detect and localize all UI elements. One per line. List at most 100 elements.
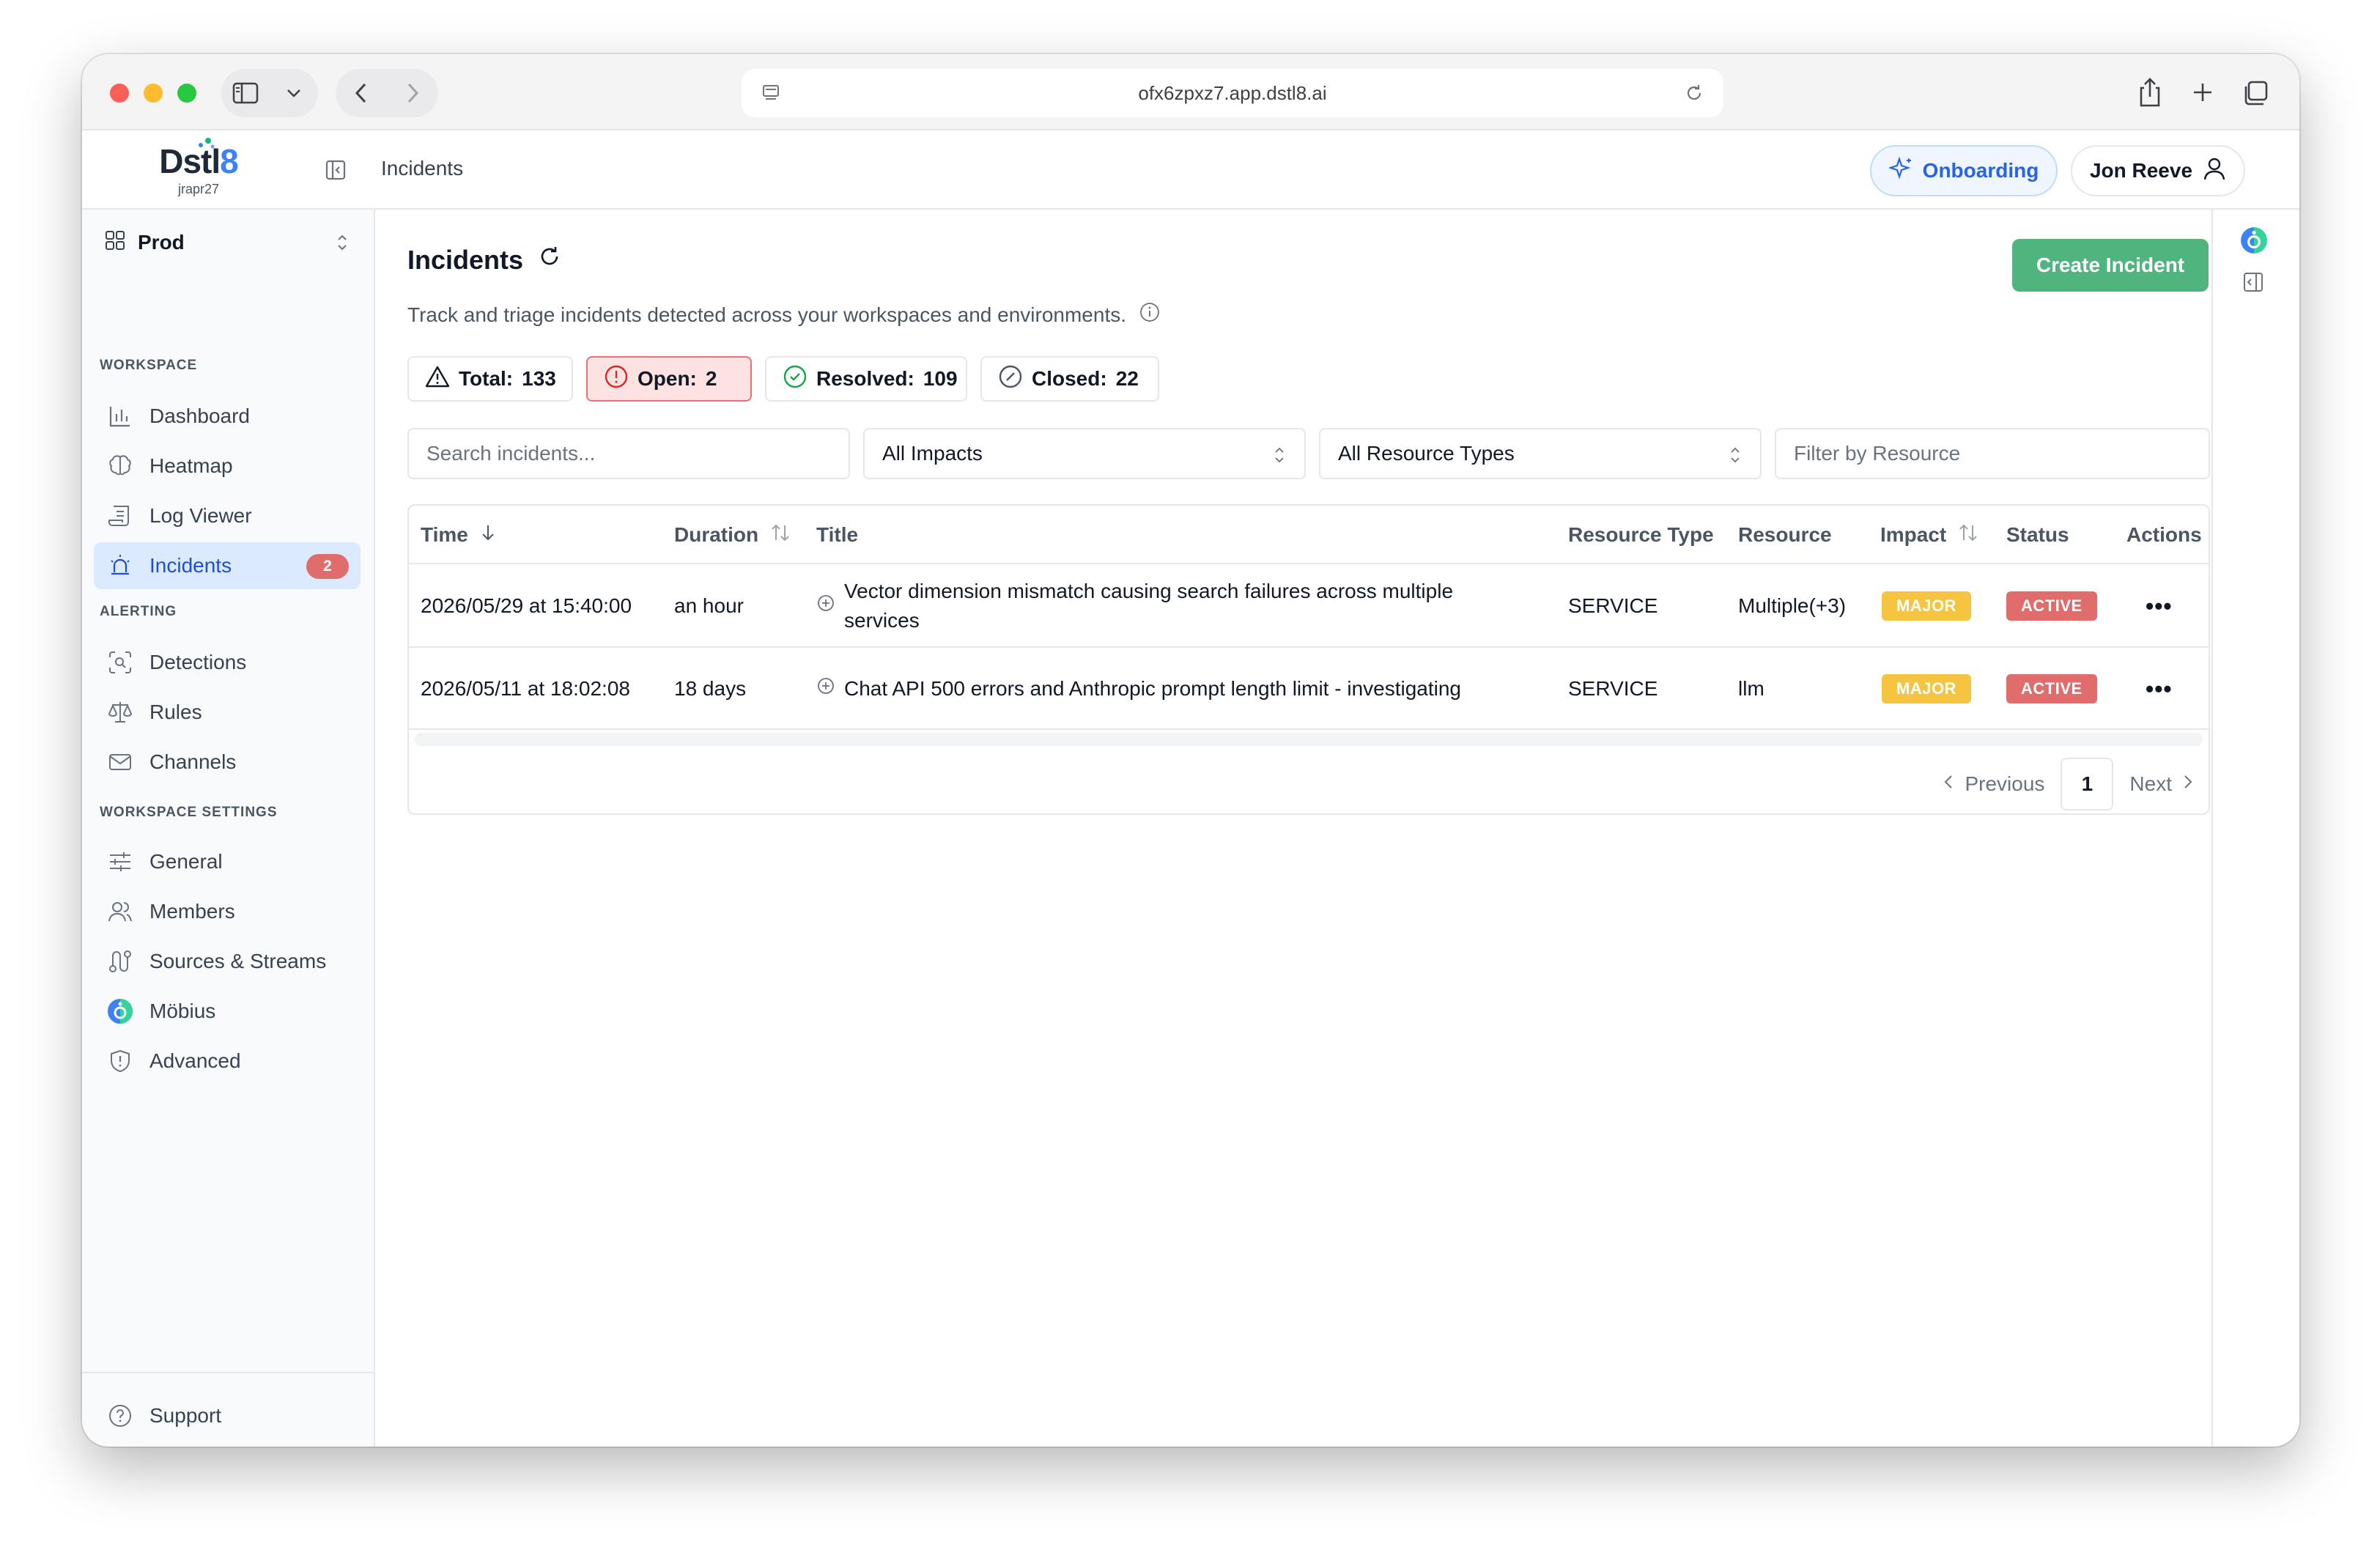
cell-title[interactable]: Vector dimension mismatch causing search… xyxy=(816,564,1520,648)
sidebar-item-label: Members xyxy=(149,900,235,923)
plus-circle-icon[interactable] xyxy=(816,591,835,621)
sidebar-item-mobius[interactable]: Möbius xyxy=(94,988,361,1035)
address-bar[interactable]: ofx6zpxz7.app.dstl8.ai xyxy=(742,69,1723,117)
url-text: ofx6zpxz7.app.dstl8.ai xyxy=(1138,81,1327,104)
previous-page-button[interactable]: Previous xyxy=(1943,772,2044,796)
column-header-label: Status xyxy=(2006,523,2069,546)
tab-overview-icon[interactable] xyxy=(2241,76,2270,112)
onboarding-button[interactable]: Onboarding xyxy=(1870,145,2058,196)
close-window-button[interactable] xyxy=(110,84,129,103)
help-circle-icon xyxy=(106,1401,135,1430)
user-name: Jon Reeve xyxy=(2089,159,2193,182)
plus-circle-icon[interactable] xyxy=(816,674,835,703)
cell-resource: Multiple(+3) xyxy=(1738,594,1847,617)
dstl8-logo[interactable]: Dstl8 jrapr27 xyxy=(158,138,239,196)
sidebar-item-members[interactable]: Members xyxy=(94,888,361,935)
sliders-icon xyxy=(106,847,135,876)
next-page-button[interactable]: Next xyxy=(2129,772,2194,796)
section-label-workspace: WORKSPACE xyxy=(100,358,198,373)
page-settings-icon[interactable] xyxy=(756,78,786,113)
stat-closed[interactable]: Closed: 22 xyxy=(980,356,1159,402)
page-title-text: Incidents xyxy=(407,244,524,275)
resource-filter-input[interactable]: Filter by Resource xyxy=(1775,428,2210,479)
collapse-sidebar-icon[interactable] xyxy=(324,158,347,185)
incident-count-badge: 2 xyxy=(306,554,349,579)
create-incident-button[interactable]: Create Incident xyxy=(2012,239,2209,292)
expand-panel-icon[interactable] xyxy=(2242,271,2264,297)
sidebar-item-log-viewer[interactable]: Log Viewer xyxy=(94,492,361,539)
stat-open-label: Open: xyxy=(638,367,697,390)
column-header-time[interactable]: Time xyxy=(421,506,496,564)
user-menu-button[interactable]: Jon Reeve xyxy=(2071,145,2245,196)
onboarding-label: Onboarding xyxy=(1922,159,2039,182)
sidebar-item-advanced[interactable]: Advanced xyxy=(94,1038,361,1085)
back-arrow-icon[interactable] xyxy=(347,78,376,108)
share-icon[interactable] xyxy=(2135,76,2165,112)
column-header-duration[interactable]: Duration xyxy=(674,506,791,564)
sidebar-item-label: Möbius xyxy=(149,1000,216,1022)
search-input[interactable]: Search incidents... xyxy=(407,428,850,479)
column-header-impact[interactable]: Impact xyxy=(1880,506,1978,564)
row-actions-menu[interactable]: ••• xyxy=(2146,648,2173,730)
stat-total[interactable]: Total: 133 xyxy=(407,356,573,402)
refresh-icon[interactable] xyxy=(536,243,563,276)
support-link[interactable]: Support xyxy=(94,1392,361,1439)
sidebar-item-label: Advanced xyxy=(149,1049,241,1072)
chevrons-up-down-icon xyxy=(1272,446,1287,469)
stat-resolved[interactable]: Resolved: 109 xyxy=(765,356,967,402)
sidebar-item-general[interactable]: General xyxy=(94,838,361,885)
resource-type-select[interactable]: All Resource Types xyxy=(1319,428,1762,479)
column-header-label: Resource xyxy=(1738,523,1832,546)
sidebar-item-dashboard[interactable]: Dashboard xyxy=(94,393,361,440)
chevrons-up-down-icon xyxy=(334,233,350,257)
reload-icon[interactable] xyxy=(1679,78,1709,113)
cell-duration: 18 days xyxy=(674,677,747,700)
sidebar-item-detections[interactable]: Detections xyxy=(94,639,361,686)
stat-open[interactable]: Open: 2 xyxy=(586,356,752,402)
sidebar-icon xyxy=(231,78,260,108)
sidebar-item-label: Sources & Streams xyxy=(149,950,327,972)
mobius-assistant-icon[interactable] xyxy=(2239,226,2269,259)
impact-badge: MAJOR xyxy=(1882,591,1971,621)
sidebar-item-rules[interactable]: Rules xyxy=(94,689,361,736)
chevron-left-icon xyxy=(1943,772,1954,796)
sidebar-item-sources-streams[interactable]: Sources & Streams xyxy=(94,938,361,985)
minimize-window-button[interactable] xyxy=(144,84,163,103)
support-label: Support xyxy=(149,1404,222,1427)
horizontal-scrollbar[interactable] xyxy=(415,733,2203,746)
environment-selector[interactable]: Prod xyxy=(94,217,361,268)
browser-window: ofx6zpxz7.app.dstl8.ai Dstl8 jrapr27 Inc… xyxy=(82,54,2299,1447)
sidebar-divider xyxy=(82,1372,374,1373)
sidebar-item-incidents[interactable]: Incidents 2 xyxy=(94,542,361,589)
incident-title: Chat API 500 errors and Anthropic prompt… xyxy=(844,677,1461,700)
logo-dots-icon xyxy=(199,138,215,149)
table-row[interactable]: 2026/05/11 at 18:02:08 18 days Chat API … xyxy=(409,648,2209,730)
table-row[interactable]: 2026/05/29 at 15:40:00 an hour Vector di… xyxy=(409,564,2209,648)
column-header-label: Resource Type xyxy=(1568,523,1714,546)
mail-icon xyxy=(106,747,135,777)
alert-circle-icon xyxy=(604,364,629,394)
page-number-button[interactable]: 1 xyxy=(2061,758,2114,810)
browser-sidebar-toggle[interactable] xyxy=(221,69,318,117)
info-icon[interactable] xyxy=(1138,300,1161,329)
sidebar-item-label: Rules xyxy=(149,701,202,723)
table-header: Time Duration Title Resource Type Resour… xyxy=(409,506,2209,564)
sidebar-item-heatmap[interactable]: Heatmap xyxy=(94,443,361,490)
forward-arrow-icon[interactable] xyxy=(398,78,427,108)
sort-icon xyxy=(1958,522,1978,548)
cell-duration: an hour xyxy=(674,594,744,617)
new-tab-icon[interactable] xyxy=(2188,76,2217,112)
zoom-window-button[interactable] xyxy=(177,84,196,103)
arrow-down-icon xyxy=(480,523,496,547)
impact-select[interactable]: All Impacts xyxy=(863,428,1306,479)
users-icon xyxy=(106,897,135,926)
bar-chart-icon xyxy=(106,402,135,431)
page-description: Track and triage incidents detected acro… xyxy=(407,300,1161,329)
cell-time: 2026/05/11 at 18:02:08 xyxy=(421,677,630,700)
column-header-label: Title xyxy=(816,523,859,546)
stat-total-label: Total: xyxy=(459,367,514,390)
sidebar-item-channels[interactable]: Channels xyxy=(94,739,361,786)
sidebar-item-label: Channels xyxy=(149,750,237,773)
cell-title[interactable]: Chat API 500 errors and Anthropic prompt… xyxy=(816,648,1556,730)
row-actions-menu[interactable]: ••• xyxy=(2146,564,2173,648)
